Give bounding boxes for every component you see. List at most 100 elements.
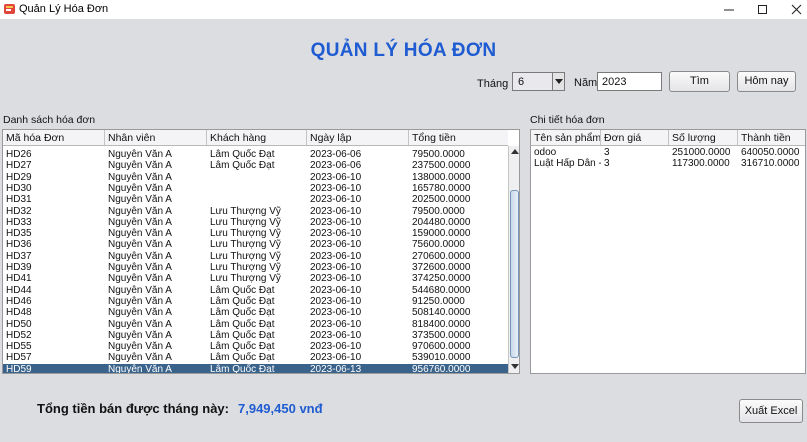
table-row[interactable]: HD44 Nguyễn Văn A Lâm Quốc Đạt 2023-06-10 54… [3, 285, 508, 296]
table-cell: 2023-06-10 [310, 194, 362, 206]
table-cell: HD36 [6, 239, 32, 251]
table-cell: HD26 [6, 149, 32, 160]
table-row[interactable]: HD50 Nguyễn Văn A Lâm Quốc Đạt 2023-06-10 81… [3, 319, 508, 330]
table-cell: 2023-06-10 [310, 284, 362, 296]
table-cell: 2023-06-13 [310, 363, 362, 374]
table-cell: HD50 [6, 318, 32, 330]
table-cell: Nguyễn Văn A [108, 160, 172, 172]
scroll-down-icon[interactable] [509, 361, 519, 372]
table-row[interactable]: HD52 Nguyễn Văn A Lâm Quốc Đạt 2023-06-10 37… [3, 330, 508, 341]
table-cell: 818400.0000 [412, 318, 471, 330]
scroll-up-icon[interactable] [509, 146, 519, 157]
column-header[interactable]: Ngày lập [307, 130, 409, 145]
table-cell: 2023-06-10 [310, 273, 362, 285]
table-cell: HD33 [6, 216, 32, 228]
year-input[interactable]: 2023 [597, 72, 662, 91]
scrollbar-thumb[interactable] [510, 190, 519, 358]
table-cell: Nguyễn Văn A [108, 149, 172, 160]
invoice-scrollbar[interactable] [508, 146, 519, 373]
table-cell: 159000.0000 [412, 228, 471, 240]
table-row[interactable]: HD46 Nguyễn Văn A Lâm Quốc Đạt 2023-06-10 91… [3, 296, 508, 307]
table-row[interactable]: HD31 Nguyễn Văn A 2023-06-10 202500.0000 [3, 194, 508, 205]
table-cell: 2023-06-10 [310, 216, 362, 228]
today-button[interactable]: Hôm nay [737, 71, 796, 92]
table-cell: Nguyễn Văn A [108, 273, 172, 285]
table-cell: Nguyễn Văn A [108, 194, 172, 206]
chevron-down-icon[interactable] [552, 73, 564, 90]
table-cell: 79500.0000 [412, 205, 465, 217]
table-cell: HD46 [6, 295, 32, 307]
table-cell: 270600.0000 [412, 250, 471, 262]
column-header[interactable]: Mã hóa Đơn [3, 130, 105, 145]
table-cell: 91250.0000 [412, 295, 465, 307]
table-cell: 2023-06-10 [310, 307, 362, 319]
table-cell: Nguyễn Văn A [108, 341, 172, 353]
table-row[interactable]: HD48 Nguyễn Văn A Lâm Quốc Đạt 2023-06-10 50… [3, 307, 508, 318]
search-button[interactable]: Tìm [669, 71, 730, 92]
minimize-icon [724, 9, 734, 11]
table-row[interactable]: HD55 Nguyễn Văn A Lâm Quốc Đạt 2023-06-10 97… [3, 341, 508, 352]
table-cell: Lâm Quốc Đạt [210, 295, 275, 307]
table-cell: 2023-06-10 [310, 205, 362, 217]
table-row[interactable]: Luật Hấp Dẫn - ...3 117300.0000 316710.000… [531, 158, 805, 169]
table-cell: HD32 [6, 205, 32, 217]
table-cell: Lâm Quốc Đạt [210, 307, 275, 319]
table-row[interactable]: HD36 Nguyễn Văn A Lưu Thượng Vỹ 2023-06-10 7… [3, 239, 508, 250]
table-cell: Nguyễn Văn A [108, 262, 172, 273]
table-row[interactable]: HD35 Nguyễn Văn A Lưu Thượng Vỹ 2023-06-10 1… [3, 228, 508, 239]
table-cell: Lâm Quốc Đạt [210, 341, 275, 353]
table-cell: Lưu Thượng Vỹ [210, 239, 281, 251]
table-cell: HD37 [6, 250, 32, 262]
month-select[interactable]: 6 [512, 72, 565, 91]
table-cell: 2023-06-06 [310, 160, 362, 172]
close-button[interactable] [780, 0, 807, 19]
table-cell: 2023-06-10 [310, 250, 362, 262]
column-header[interactable]: Tổng tiền [409, 130, 508, 145]
table-row[interactable]: HD29 Nguyễn Văn A 2023-06-10 138000.0000 [3, 172, 508, 183]
column-header[interactable]: Đơn giá [601, 130, 669, 145]
table-cell: HD39 [6, 262, 32, 273]
page-title: QUẢN LÝ HÓA ĐƠN [310, 40, 497, 61]
table-cell: Lâm Quốc Đạt [210, 329, 275, 341]
minimize-button[interactable] [712, 0, 746, 19]
table-row[interactable]: HD32 Nguyễn Văn A Lưu Thượng Vỹ 2023-06-10 7… [3, 206, 508, 217]
maximize-button[interactable] [746, 0, 780, 19]
table-cell: 251000.0000 [672, 147, 731, 158]
column-header[interactable]: Thành tiền [738, 130, 805, 145]
table-cell: HD35 [6, 228, 32, 240]
monthly-total-value: 7,949,450 vnđ [238, 401, 323, 416]
table-cell: Lâm Quốc Đạt [210, 149, 275, 160]
month-select-value: 6 [518, 76, 525, 88]
table-row[interactable]: odoo 3 251000.0000 640050.0000 [531, 147, 805, 158]
table-row[interactable]: HD39 Nguyễn Văn A Lưu Thượng Vỹ 2023-06-10 3… [3, 262, 508, 273]
table-row[interactable]: HD59 Nguyễn Văn A Lâm Quốc Đạt 2023-06-13 95… [3, 363, 508, 374]
column-header[interactable]: Tên sản phẩm [531, 130, 601, 145]
table-cell: 544680.0000 [412, 284, 471, 296]
column-header[interactable]: Nhân viên [105, 130, 207, 145]
table-row[interactable]: HD57 Nguyễn Văn A Lâm Quốc Đạt 2023-06-10 53… [3, 352, 508, 363]
table-row[interactable]: HD26 Nguyễn Văn A Lâm Quốc Đạt 2023-06-06 79… [3, 149, 508, 160]
column-header[interactable]: Khách hàng [207, 130, 307, 145]
table-cell: Nguyễn Văn A [108, 307, 172, 319]
table-row[interactable]: HD30 Nguyễn Văn A 2023-06-10 165780.0000 [3, 183, 508, 194]
table-row[interactable]: HD37 Nguyễn Văn A Lưu Thượng Vỹ 2023-06-10 2… [3, 251, 508, 262]
table-cell: Nguyễn Văn A [108, 216, 172, 228]
table-cell: Lâm Quốc Đạt [210, 160, 275, 172]
table-row[interactable]: HD27 Nguyễn Văn A Lâm Quốc Đạt 2023-06-06 23… [3, 160, 508, 171]
table-cell: Lưu Thượng Vỹ [210, 250, 281, 262]
table-cell: HD55 [6, 341, 32, 353]
table-row[interactable]: HD41 Nguyễn Văn A Lưu Thượng Vỹ 2023-06-10 3… [3, 273, 508, 284]
table-cell: Nguyễn Văn A [108, 205, 172, 217]
table-row[interactable]: HD33 Nguyễn Văn A Lưu Thượng Vỹ 2023-06-10 2… [3, 217, 508, 228]
table-cell: HD48 [6, 307, 32, 319]
table-cell: Lâm Quốc Đạt [210, 363, 275, 374]
column-header[interactable]: Số lượng [669, 130, 738, 145]
invoice-details-table: Tên sản phẩm Đơn giá Số lượng Thành tiền… [530, 129, 806, 374]
table-cell: 202500.0000 [412, 194, 471, 206]
table-cell: 2023-06-10 [310, 341, 362, 353]
window-titlebar: Quản Lý Hóa Đơn [0, 0, 807, 19]
table-cell: Nguyễn Văn A [108, 363, 172, 374]
table-cell: HD41 [6, 273, 32, 285]
table-cell: 640050.0000 [741, 147, 800, 158]
export-excel-button[interactable]: Xuất Excel [739, 399, 803, 423]
